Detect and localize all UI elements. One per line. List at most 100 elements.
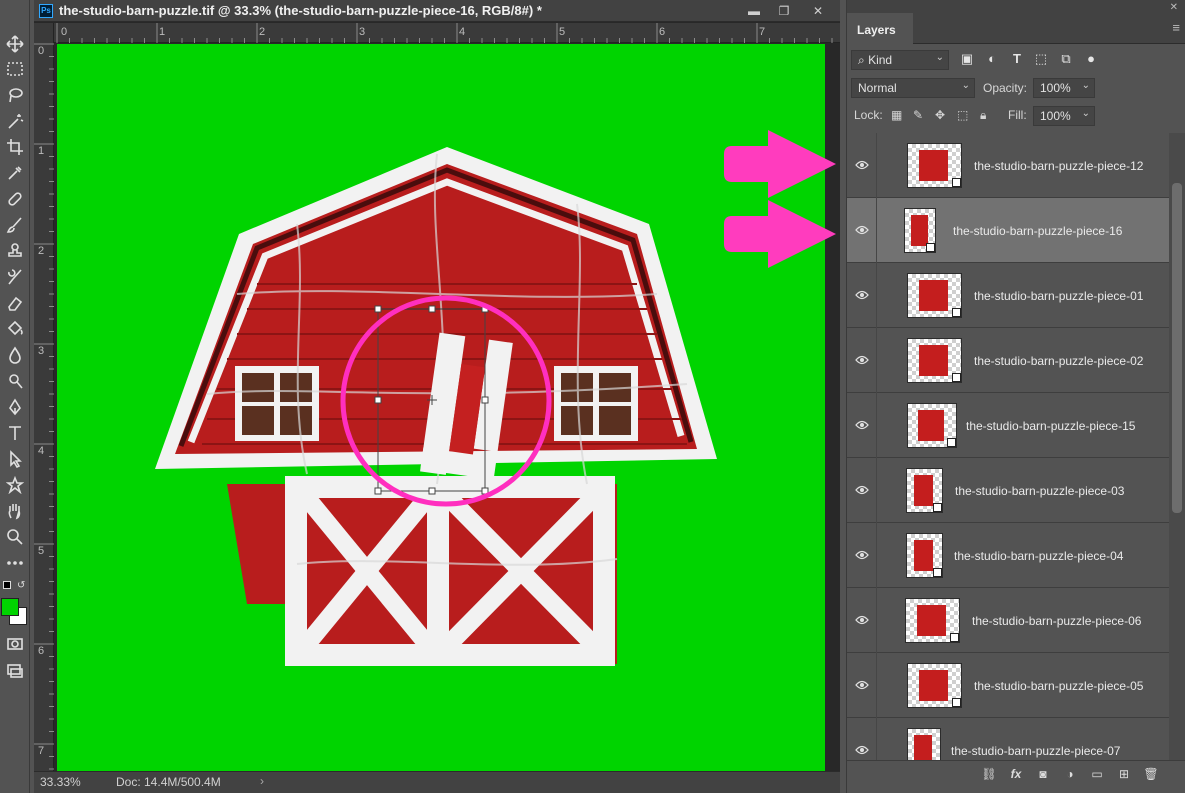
minimize-button[interactable]: ▬ [742,2,766,19]
lock-image-icon[interactable]: ✎ [913,108,923,122]
visibility-toggle[interactable] [847,588,877,653]
eyedropper-icon[interactable] [3,162,27,184]
layer-name[interactable]: the-studio-barn-puzzle-piece-12 [974,159,1143,173]
filter-pixel-icon[interactable]: ▣ [959,51,975,67]
adjustment-layer-icon[interactable]: ◑ [1061,767,1079,785]
new-layer-icon[interactable]: ⊞ [1115,767,1133,785]
layer-thumbnail[interactable] [905,598,960,643]
layer-name[interactable]: the-studio-barn-puzzle-piece-15 [966,419,1135,433]
filter-type-icon[interactable]: T [1009,51,1025,67]
zoom-level[interactable]: 33.33% [40,775,81,789]
blur-icon[interactable] [3,344,27,366]
layer-name[interactable]: the-studio-barn-puzzle-piece-02 [974,354,1143,368]
layer-thumbnail[interactable] [907,273,962,318]
layer-thumbnail[interactable] [907,143,962,188]
layer-row[interactable]: the-studio-barn-puzzle-piece-12 [847,133,1169,198]
filter-toggle-icon[interactable]: ● [1083,51,1099,67]
layer-row[interactable]: the-studio-barn-puzzle-piece-06 [847,588,1169,653]
layer-name[interactable]: the-studio-barn-puzzle-piece-06 [972,614,1141,628]
eraser-icon[interactable] [3,292,27,314]
magic-wand-icon[interactable] [3,110,27,132]
lock-transparent-icon[interactable]: ▦ [891,108,902,122]
layer-name[interactable]: the-studio-barn-puzzle-piece-04 [954,549,1123,563]
history-brush-icon[interactable] [3,266,27,288]
crop-icon[interactable] [3,136,27,158]
layer-name[interactable]: the-studio-barn-puzzle-piece-01 [974,289,1143,303]
marquee-icon[interactable] [3,58,27,80]
default-colors-icon[interactable] [3,581,11,589]
visibility-toggle[interactable] [847,523,877,588]
filter-smart-object-icon[interactable]: ⧉ [1058,51,1074,67]
lock-artboard-icon[interactable]: ⬚ [957,108,968,122]
layer-name[interactable]: the-studio-barn-puzzle-piece-03 [955,484,1124,498]
screen-mode-icon[interactable] [3,660,27,682]
layers-tab[interactable]: Layers [847,13,913,44]
visibility-toggle[interactable] [847,133,877,198]
visibility-toggle[interactable] [847,263,877,328]
panel-menu-icon[interactable]: ≡ [1172,20,1180,35]
path-select-icon[interactable] [3,448,27,470]
hand-icon[interactable] [3,500,27,522]
layer-thumbnail[interactable] [906,468,943,513]
layer-thumbnail[interactable] [907,728,941,760]
close-button[interactable]: ✕ [806,2,830,19]
add-mask-icon[interactable]: ◙ [1034,767,1052,785]
layer-row[interactable]: the-studio-barn-puzzle-piece-01 [847,263,1169,328]
brush-icon[interactable] [3,214,27,236]
visibility-toggle[interactable] [847,653,877,718]
restore-button[interactable]: ❐ [772,2,796,19]
move-icon[interactable] [3,33,27,55]
swap-colors-icon[interactable]: ↺ [17,580,25,591]
status-menu-arrow-icon[interactable]: › [260,774,264,788]
layer-name[interactable]: the-studio-barn-puzzle-piece-07 [951,744,1120,758]
visibility-toggle[interactable] [847,718,877,760]
type-icon[interactable] [3,422,27,444]
more-icon[interactable] [3,552,27,574]
layer-row[interactable]: the-studio-barn-puzzle-piece-15 [847,393,1169,458]
layer-thumbnail[interactable] [907,403,957,448]
layer-thumbnail[interactable] [904,208,936,253]
layer-thumbnail[interactable] [907,338,962,383]
visibility-toggle[interactable] [847,458,877,523]
lasso-icon[interactable] [3,84,27,106]
horizontal-ruler[interactable]: 0 1 2 3 4 5 6 7 [54,23,840,43]
blend-mode-select[interactable]: Normal ⌄ [851,78,975,98]
visibility-toggle[interactable] [847,328,877,393]
scrollbar-thumb[interactable] [1172,183,1182,513]
paint-bucket-icon[interactable] [3,318,27,340]
filter-shape-icon[interactable]: ⬚ [1033,51,1049,67]
layer-name[interactable]: the-studio-barn-puzzle-piece-05 [974,679,1143,693]
foreground-color-swatch[interactable] [1,598,19,616]
fill-field[interactable]: 100% ⌄ [1033,106,1095,126]
panel-close-icon[interactable]: ✕ [1170,2,1178,13]
filter-adjustment-icon[interactable]: ◐ [984,51,1000,67]
layer-row[interactable]: the-studio-barn-puzzle-piece-07 [847,718,1169,760]
filter-kind-select[interactable]: ⌕ Kind ⌄ [851,50,949,70]
quick-mask-icon[interactable] [3,633,27,655]
stamp-icon[interactable] [3,240,27,262]
link-layers-icon[interactable]: ⛓ [980,767,998,785]
lock-position-icon[interactable]: ✥ [935,108,945,122]
healing-icon[interactable] [3,188,27,210]
document-canvas[interactable] [57,44,825,771]
layer-row[interactable]: the-studio-barn-puzzle-piece-02 [847,328,1169,393]
layer-row[interactable]: the-studio-barn-puzzle-piece-04 [847,523,1169,588]
new-group-icon[interactable]: ▭ [1088,767,1106,785]
layer-name[interactable]: the-studio-barn-puzzle-piece-16 [953,224,1122,238]
layers-scrollbar[interactable] [1169,133,1185,760]
zoom-icon[interactable] [3,526,27,548]
lock-all-icon[interactable]: 🔒︎ [980,108,986,123]
layer-row[interactable]: the-studio-barn-puzzle-piece-05 [847,653,1169,718]
visibility-toggle[interactable] [847,198,877,263]
shape-icon[interactable] [3,474,27,496]
fx-button[interactable]: fx [1007,767,1025,785]
dodge-icon[interactable] [3,370,27,392]
layer-row[interactable]: the-studio-barn-puzzle-piece-16 [847,198,1169,263]
layer-row[interactable]: the-studio-barn-puzzle-piece-03 [847,458,1169,523]
visibility-toggle[interactable] [847,393,877,458]
opacity-field[interactable]: 100% ⌄ [1033,78,1095,98]
vertical-ruler[interactable]: 0 1 2 3 4 5 6 7 [34,23,54,771]
document-tab[interactable]: Ps the-studio-barn-puzzle.tif @ 33.3% (t… [34,0,840,22]
layer-thumbnail[interactable] [906,533,943,578]
layer-thumbnail[interactable] [907,663,962,708]
